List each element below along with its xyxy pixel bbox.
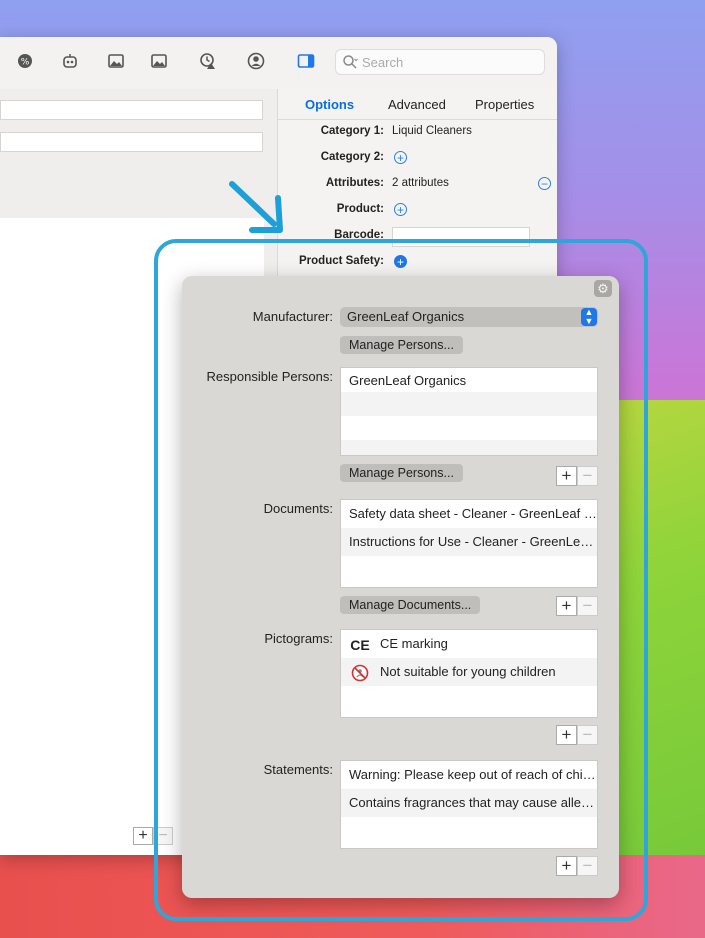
- add-button[interactable]: +: [556, 596, 577, 616]
- documents-list[interactable]: Safety data sheet - Cleaner - GreenLeaf …: [340, 499, 598, 588]
- inspector-tabs: Options Advanced Properties: [278, 89, 557, 120]
- text-field[interactable]: [0, 100, 263, 120]
- statements-add-remove: + −: [556, 856, 598, 876]
- list-item[interactable]: GreenLeaf Organics: [341, 368, 597, 392]
- chevron-updown-icon: ▲ ▼: [581, 308, 597, 326]
- product-label: Product:: [336, 203, 384, 215]
- svg-text:%: %: [21, 58, 30, 68]
- manufacturer-value: GreenLeaf Organics: [347, 309, 465, 324]
- manage-persons-button[interactable]: Manage Persons...: [340, 336, 463, 354]
- responsible-persons-label: Responsible Persons:: [206, 369, 333, 384]
- pictograms-label: Pictograms:: [264, 631, 333, 646]
- ce-marking-icon: CE: [350, 636, 370, 653]
- responsible-persons-list[interactable]: GreenLeaf Organics: [340, 367, 598, 456]
- category1-label: Category 1:: [320, 125, 384, 137]
- barcode-label: Barcode:: [334, 229, 384, 241]
- sidebar-toggle-icon[interactable]: [295, 52, 317, 74]
- add-product-icon[interactable]: +: [394, 203, 407, 216]
- search-field[interactable]: Search: [335, 49, 545, 75]
- remove-button[interactable]: −: [153, 827, 173, 845]
- product-safety-popover: ⚙ Manufacturer: GreenLeaf Organics ▲ ▼ Ma…: [182, 276, 619, 898]
- attributes-row: Attributes: 2 attributes −: [278, 177, 557, 197]
- product-safety-label: Product Safety:: [299, 255, 384, 267]
- not-suitable-children-icon: [349, 659, 371, 686]
- add-button[interactable]: +: [556, 725, 577, 745]
- user-circle-icon[interactable]: [245, 52, 267, 74]
- list-item[interactable]: [341, 556, 597, 584]
- list-item[interactable]: Instructions for Use - Cleaner - GreenLe…: [341, 528, 597, 556]
- attributes-label: Attributes:: [325, 177, 384, 189]
- pictogram-label: Not suitable for young children: [380, 664, 556, 679]
- remove-attributes-icon[interactable]: −: [538, 177, 551, 190]
- category1-value[interactable]: Liquid Cleaners: [392, 125, 472, 137]
- tab-properties[interactable]: Properties: [475, 97, 534, 112]
- clock-alert-icon[interactable]: [197, 52, 219, 74]
- list-item[interactable]: Warning: Please keep out of reach of chi…: [341, 761, 597, 789]
- list-item[interactable]: Contains fragrances that may cause aller…: [341, 789, 597, 817]
- pictograms-add-remove: + −: [556, 725, 598, 745]
- add-category2-icon[interactable]: +: [394, 151, 407, 164]
- list-item[interactable]: Not suitable for young children: [341, 658, 597, 686]
- left-add-remove: + −: [133, 827, 173, 845]
- statements-list[interactable]: Warning: Please keep out of reach of chi…: [340, 760, 598, 849]
- list-item[interactable]: [341, 817, 597, 845]
- robot-icon[interactable]: [59, 52, 81, 74]
- list-item[interactable]: [341, 416, 597, 440]
- attributes-value[interactable]: 2 attributes: [392, 177, 449, 189]
- documents-add-remove: + −: [556, 596, 598, 616]
- persons-add-remove: + −: [556, 466, 598, 486]
- remove-button[interactable]: −: [577, 856, 598, 876]
- pictograms-list[interactable]: CE CE marking Not suitable for young chil…: [340, 629, 598, 718]
- list-item[interactable]: CE CE marking: [341, 630, 597, 658]
- discount-badge-icon[interactable]: %: [14, 52, 36, 74]
- gear-icon[interactable]: ⚙: [594, 280, 612, 297]
- manufacturer-select[interactable]: GreenLeaf Organics ▲ ▼: [340, 307, 598, 327]
- pictogram-label: CE marking: [380, 636, 448, 651]
- search-placeholder: Search: [362, 55, 404, 70]
- barcode-field[interactable]: [392, 227, 530, 247]
- remove-button[interactable]: −: [577, 725, 598, 745]
- toolbar: % Search: [0, 37, 557, 90]
- list-item[interactable]: Safety data sheet - Cleaner - GreenLeaf …: [341, 500, 597, 528]
- text-field[interactable]: [0, 132, 263, 152]
- remove-button[interactable]: −: [577, 466, 598, 486]
- image-icon[interactable]: [105, 52, 127, 74]
- image-icon[interactable]: [148, 52, 170, 74]
- remove-button[interactable]: −: [577, 596, 598, 616]
- add-button[interactable]: +: [556, 856, 577, 876]
- barcode-row: Barcode:: [278, 227, 557, 249]
- category1-row: Category 1: Liquid Cleaners: [278, 125, 557, 145]
- manage-persons-button-2[interactable]: Manage Persons...: [340, 464, 463, 482]
- documents-label: Documents:: [263, 501, 333, 516]
- tab-options[interactable]: Options: [305, 97, 354, 112]
- statements-label: Statements:: [263, 762, 333, 777]
- list-item[interactable]: [341, 392, 597, 416]
- category2-row: Category 2: +: [278, 151, 557, 171]
- product-safety-row: Product Safety: +: [278, 255, 557, 275]
- pointer-arrow-icon: [229, 181, 283, 233]
- add-product-safety-icon[interactable]: +: [394, 255, 407, 268]
- category2-label: Category 2:: [320, 151, 384, 163]
- add-button[interactable]: +: [133, 827, 153, 845]
- list-item[interactable]: [341, 440, 597, 455]
- product-row: Product: +: [278, 203, 557, 223]
- add-button[interactable]: +: [556, 466, 577, 486]
- tab-advanced[interactable]: Advanced: [388, 97, 446, 112]
- search-icon: [343, 55, 358, 69]
- manufacturer-label: Manufacturer:: [252, 309, 333, 324]
- manage-documents-button[interactable]: Manage Documents...: [340, 596, 481, 614]
